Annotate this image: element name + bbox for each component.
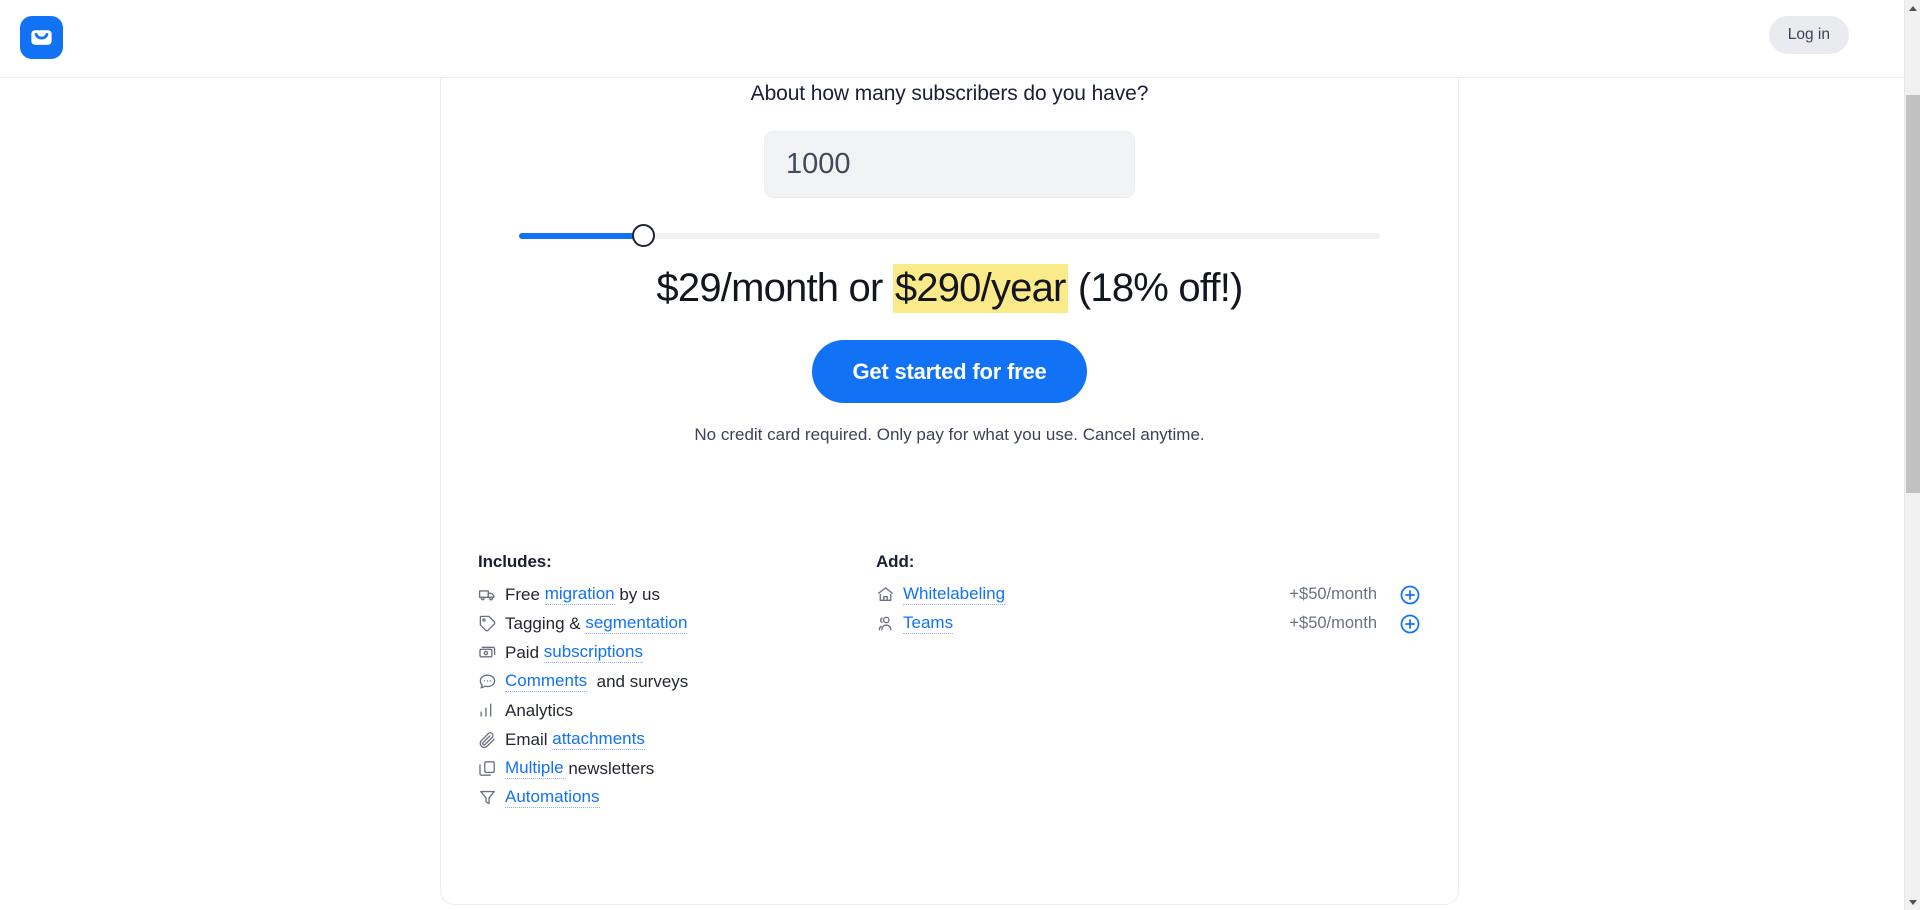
list-item-prefix: Email xyxy=(505,729,553,749)
price-summary: $29/month or $290/year (18% off!) xyxy=(441,264,1458,313)
teams-link[interactable]: Teams xyxy=(903,613,954,634)
list-item: Analytics xyxy=(478,696,898,725)
teams-price: +$50/month xyxy=(1289,614,1377,632)
list-item: Teams +$50/month xyxy=(876,609,1421,638)
plus-circle-icon[interactable] xyxy=(1399,584,1421,606)
list-item-suffix: by us xyxy=(614,584,660,604)
list-item: Email attachments xyxy=(478,725,898,754)
site-header: Log in xyxy=(0,0,1904,78)
migration-link[interactable]: migration xyxy=(544,584,615,605)
page-title: About how many subscribers do you have? xyxy=(750,82,1149,105)
list-item-prefix: Free xyxy=(505,584,545,604)
list-item: Comments and surveys xyxy=(478,667,898,696)
scroll-up-arrow-icon[interactable] xyxy=(1905,0,1920,16)
list-item: Automations xyxy=(478,783,898,812)
includes-title: Includes: xyxy=(478,552,552,571)
fineprint-text: No credit card required. Only pay for wh… xyxy=(694,425,1205,444)
envelope-logo-icon[interactable] xyxy=(20,16,63,59)
automations-link[interactable]: Automations xyxy=(505,787,600,808)
list-item: Multiple newsletters xyxy=(478,754,898,783)
whitelabeling-price: +$50/month xyxy=(1289,585,1377,603)
whitelabeling-link[interactable]: Whitelabeling xyxy=(903,584,1006,605)
slider-thumb[interactable] xyxy=(632,224,655,247)
list-item: Tagging & segmentation xyxy=(478,609,898,638)
comments-link[interactable]: Comments xyxy=(505,671,588,692)
attachments-link[interactable]: attachments xyxy=(552,729,645,750)
login-button[interactable]: Log in xyxy=(1768,16,1849,54)
list-item-prefix: Analytics xyxy=(505,700,574,720)
segmentation-link[interactable]: segmentation xyxy=(585,613,688,634)
subscribers-input[interactable] xyxy=(764,131,1135,198)
truck-icon xyxy=(478,585,505,604)
list-item: Whitelabeling +$50/month xyxy=(876,580,1421,609)
paperclip-icon xyxy=(478,730,505,749)
multiple-link[interactable]: Multiple xyxy=(505,758,564,779)
bar-chart-icon xyxy=(478,701,505,720)
addons-column: Add: Whitelabeling +$50/month Teams +$50… xyxy=(876,552,1421,638)
subscribers-slider[interactable] xyxy=(519,224,1380,248)
home-icon xyxy=(876,585,903,604)
addons-title: Add: xyxy=(876,552,915,571)
copy-icon xyxy=(478,759,505,778)
price-monthly: $29/month or xyxy=(656,266,893,310)
scrollbar-thumb[interactable] xyxy=(1906,95,1920,493)
comment-icon xyxy=(478,672,505,691)
get-started-button[interactable]: Get started for free xyxy=(812,340,1087,403)
people-icon xyxy=(876,614,903,633)
features-columns: Includes: Free migration by us Tagging &… xyxy=(441,552,1458,852)
price-discount: (18% off!) xyxy=(1067,266,1243,310)
scroll-down-arrow-icon[interactable] xyxy=(1905,894,1920,910)
subscriptions-link[interactable]: subscriptions xyxy=(543,642,643,663)
includes-column: Includes: Free migration by us Tagging &… xyxy=(478,552,898,812)
funnel-icon xyxy=(478,788,505,807)
list-item: Free migration by us xyxy=(478,580,898,609)
list-item-prefix: Paid xyxy=(505,642,544,662)
pricing-calculator-card: About how many subscribers do you have? … xyxy=(440,70,1459,905)
price-yearly-highlight: $290/year xyxy=(892,264,1068,313)
list-item: Paid subscriptions xyxy=(478,638,898,667)
list-item-suffix: and surveys xyxy=(587,671,689,691)
list-item-suffix: newsletters xyxy=(563,758,655,778)
tag-icon xyxy=(478,614,505,633)
vertical-scrollbar[interactable] xyxy=(1904,0,1920,910)
page-root: Log in About how many subscribers do you… xyxy=(0,0,1920,910)
slider-fill xyxy=(519,233,644,239)
plus-circle-icon[interactable] xyxy=(1399,613,1421,635)
list-item-prefix: Tagging & xyxy=(505,613,586,633)
cta-container: Get started for free xyxy=(441,340,1458,403)
money-icon xyxy=(478,643,505,662)
